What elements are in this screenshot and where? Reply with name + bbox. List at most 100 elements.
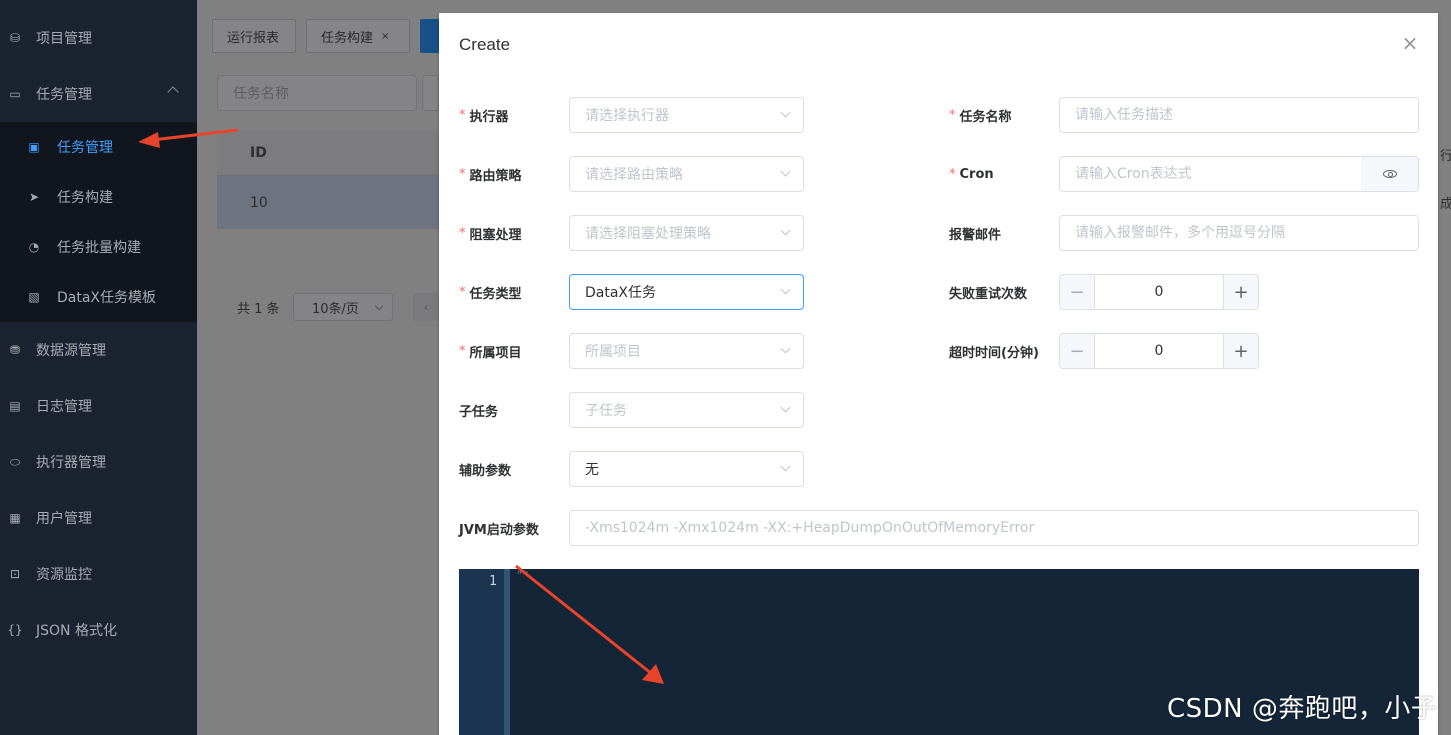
alarm-email-input[interactable]	[1059, 215, 1419, 251]
sidebar-item-projects[interactable]: ⛁ 项目管理	[0, 10, 197, 66]
table-cell-id: 10	[217, 176, 297, 229]
chevron-down-icon	[780, 402, 791, 413]
cron-label: * Cron	[949, 166, 994, 182]
executor-select[interactable]: 请选择执行器	[569, 97, 804, 133]
watermark: CSDN @奔跑吧，小子	[1167, 694, 1438, 724]
route-strategy-label: * 路由策略	[459, 166, 522, 184]
sidebar-item-label: 数据源管理	[36, 343, 106, 359]
decrement-button[interactable]: −	[1060, 275, 1095, 309]
tab-run-report[interactable]: 运行报表	[212, 19, 296, 53]
block-strategy-label: * 阻塞处理	[459, 225, 522, 243]
chevron-up-icon	[167, 86, 179, 98]
select-placeholder: 所属项目	[585, 344, 641, 360]
tab-label: 运行报表	[227, 30, 280, 46]
page-size-value: 10条/页	[312, 301, 359, 317]
select-placeholder: 子任务	[585, 403, 627, 419]
sidebar-item-label: 日志管理	[36, 399, 92, 415]
editor-content[interactable]: ""	[516, 569, 529, 582]
timeout-stepper[interactable]: − 0 +	[1059, 333, 1259, 369]
sidebar-subitem-task-build[interactable]: ➤ 任务构建	[0, 172, 197, 222]
project-label: * 所属项目	[459, 343, 522, 361]
decrement-button[interactable]: −	[1060, 334, 1095, 368]
sidebar-item-label: 项目管理	[36, 31, 92, 47]
calendar-icon: ▣	[28, 140, 40, 154]
sidebar-item-label: 任务批量构建	[57, 240, 141, 256]
close-icon[interactable]: ×	[381, 31, 389, 42]
task-type-label: * 任务类型	[459, 284, 522, 302]
page-size-select[interactable]: 10条/页	[293, 293, 393, 321]
sidebar-item-label: 用户管理	[36, 511, 92, 527]
sidebar-subitem-batch-build[interactable]: ◔ 任务批量构建	[0, 222, 197, 272]
tab-label: 任务构建	[321, 30, 374, 46]
sidebar-item-executors[interactable]: ⬭ 执行器管理	[0, 434, 197, 490]
retry-count-label: 失败重试次数	[949, 286, 1028, 302]
tab-active[interactable]	[420, 19, 440, 53]
sidebar-item-label: 任务构建	[57, 190, 113, 206]
aux-param-label: 辅助参数	[459, 463, 512, 479]
cpu-icon: ⬭	[9, 454, 21, 469]
table-cell-partial: 成	[1440, 197, 1451, 212]
jvm-params-label: JVM启动参数	[459, 522, 539, 538]
subtask-label: 子任务	[459, 404, 499, 420]
editor-gutter: 1	[459, 569, 504, 735]
task-table: ID 10	[217, 131, 447, 229]
chevron-down-icon	[780, 284, 791, 295]
jvm-params-input[interactable]	[569, 510, 1419, 546]
select-value: DataX任务	[585, 285, 657, 301]
executor-label: * 执行器	[459, 107, 509, 125]
sidebar-item-label: DataX任务模板	[57, 290, 157, 306]
eye-icon	[1382, 170, 1397, 178]
increment-button[interactable]: +	[1223, 275, 1258, 309]
send-icon: ➤	[28, 190, 40, 204]
block-strategy-select[interactable]: 请选择阻塞处理策略	[569, 215, 804, 251]
sidebar-item-logs[interactable]: ▤ 日志管理	[0, 378, 197, 434]
increment-button[interactable]: +	[1223, 334, 1258, 368]
sidebar-item-tasks[interactable]: ▭ 任务管理	[0, 66, 197, 122]
select-placeholder: 请选择路由策略	[585, 167, 683, 183]
datasource-icon: ⛃	[9, 343, 21, 357]
select-placeholder: 请选择阻塞处理策略	[585, 226, 711, 242]
sidebar-item-label: JSON 格式化	[36, 623, 117, 639]
chevron-down-icon	[374, 301, 384, 311]
task-name-input[interactable]	[1059, 97, 1419, 133]
monitor-eye-icon: ⊡	[9, 567, 21, 581]
chevron-down-icon	[780, 166, 791, 177]
sidebar-item-datasource[interactable]: ⛃ 数据源管理	[0, 322, 197, 378]
chevron-down-icon	[780, 461, 791, 472]
task-type-select[interactable]: DataX任务	[569, 274, 804, 310]
subtask-select[interactable]: 子任务	[569, 392, 804, 428]
sidebar-item-label: 任务管理	[57, 140, 113, 156]
cron-editor-button[interactable]	[1361, 156, 1419, 192]
table-header-id: ID	[217, 131, 297, 176]
aux-param-select[interactable]: 无	[569, 451, 804, 487]
sidebar-subitem-task-management[interactable]: ▣ 任务管理	[0, 122, 197, 172]
table-row[interactable]	[297, 176, 439, 229]
search-task-name-input[interactable]: 任务名称	[217, 75, 417, 111]
chevron-down-icon	[780, 107, 791, 118]
pagination-prev-button[interactable]: ‹	[413, 293, 439, 321]
sidebar-item-users[interactable]: ▦ 用户管理	[0, 490, 197, 546]
sidebar-item-json-format[interactable]: {} JSON 格式化	[0, 602, 197, 658]
timeout-label: 超时时间(分钟)	[949, 345, 1039, 361]
clipboard-icon: ▧	[28, 290, 40, 304]
braces-icon: {}	[7, 623, 23, 637]
retry-count-stepper[interactable]: − 0 +	[1059, 274, 1259, 310]
chevron-down-icon	[780, 225, 791, 236]
cron-input[interactable]	[1059, 156, 1362, 192]
stepper-value[interactable]: 0	[1096, 334, 1222, 368]
sidebar-subitem-datax-template[interactable]: ▧ DataX任务模板	[0, 272, 197, 322]
project-select[interactable]: 所属项目	[569, 333, 804, 369]
sidebar-submenu: ▣ 任务管理 ➤ 任务构建 ◔ 任务批量构建 ▧ DataX任务模板	[0, 122, 197, 322]
grid-icon: ▦	[9, 511, 21, 525]
alarm-email-label: 报警邮件	[949, 227, 1002, 243]
search-secondary-input[interactable]	[422, 75, 439, 111]
select-placeholder: 请选择执行器	[585, 108, 669, 124]
sidebar-item-monitor[interactable]: ⊡ 资源监控	[0, 546, 197, 602]
route-strategy-select[interactable]: 请选择路由策略	[569, 156, 804, 192]
sidebar: ⛁ 项目管理 ▭ 任务管理 ▣ 任务管理 ➤ 任务构建 ◔ 任务批量构建 ▧ D…	[0, 0, 197, 735]
tab-task-build[interactable]: 任务构建 ×	[306, 19, 410, 53]
table-header-partial: 行	[1440, 149, 1451, 164]
sidebar-item-label: 执行器管理	[36, 455, 106, 471]
stepper-value[interactable]: 0	[1096, 275, 1222, 309]
close-icon[interactable]: ×	[1400, 33, 1420, 53]
